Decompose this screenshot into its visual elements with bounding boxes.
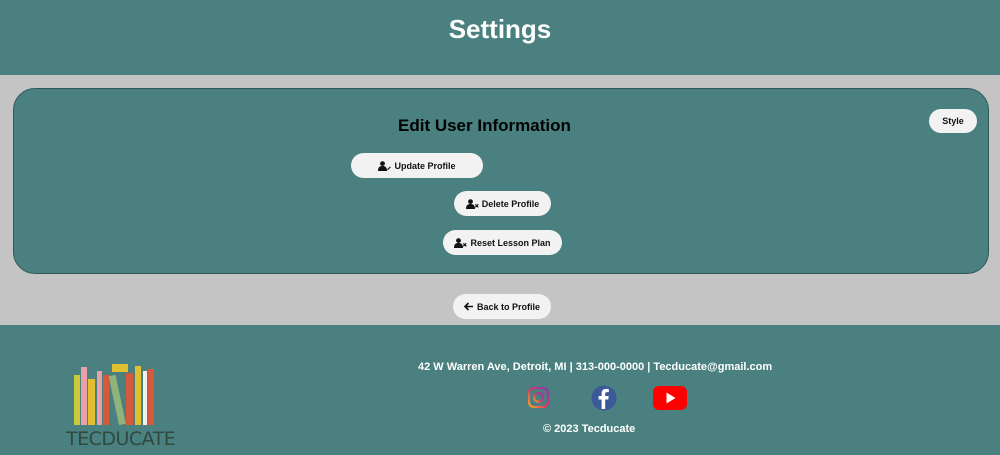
page-header: Settings — [0, 0, 1000, 75]
youtube-icon[interactable] — [653, 386, 687, 410]
user-remove-icon — [465, 198, 479, 209]
update-profile-button[interactable]: Update Profile — [351, 153, 483, 178]
tecducate-logo: TECDUCATE — [66, 361, 176, 453]
delete-profile-button[interactable]: Delete Profile — [454, 191, 551, 216]
user-edit-icon — [378, 160, 392, 171]
reset-lesson-plan-button[interactable]: Reset Lesson Plan — [443, 230, 562, 255]
books-logo-icon — [74, 364, 154, 426]
style-button[interactable]: Style — [929, 109, 977, 133]
edit-user-card: Edit User Information Style Update Profi… — [13, 88, 989, 274]
style-button-label: Style — [942, 116, 964, 126]
page-title: Settings — [448, 14, 552, 44]
card-heading: Edit User Information — [398, 116, 571, 135]
page-footer: TECDUCATE 42 W Warren Ave, Detroit, MI |… — [0, 325, 1000, 455]
copyright-text: © 2023 Tecducate — [543, 423, 636, 435]
back-to-profile-label: Back to Profile — [476, 301, 541, 312]
delete-profile-label: Delete Profile — [481, 198, 540, 209]
logo-wordmark: TECDUCATE — [66, 428, 176, 450]
user-remove-icon — [454, 237, 468, 248]
contact-info: 42 W Warren Ave, Detroit, MI | 313-000-0… — [418, 361, 773, 373]
reset-lesson-plan-label: Reset Lesson Plan — [470, 237, 551, 248]
arrow-left-icon — [463, 302, 473, 311]
instagram-icon[interactable] — [527, 386, 550, 409]
update-profile-label: Update Profile — [394, 160, 456, 171]
back-to-profile-button[interactable]: Back to Profile — [453, 294, 551, 319]
facebook-icon[interactable] — [591, 385, 617, 411]
